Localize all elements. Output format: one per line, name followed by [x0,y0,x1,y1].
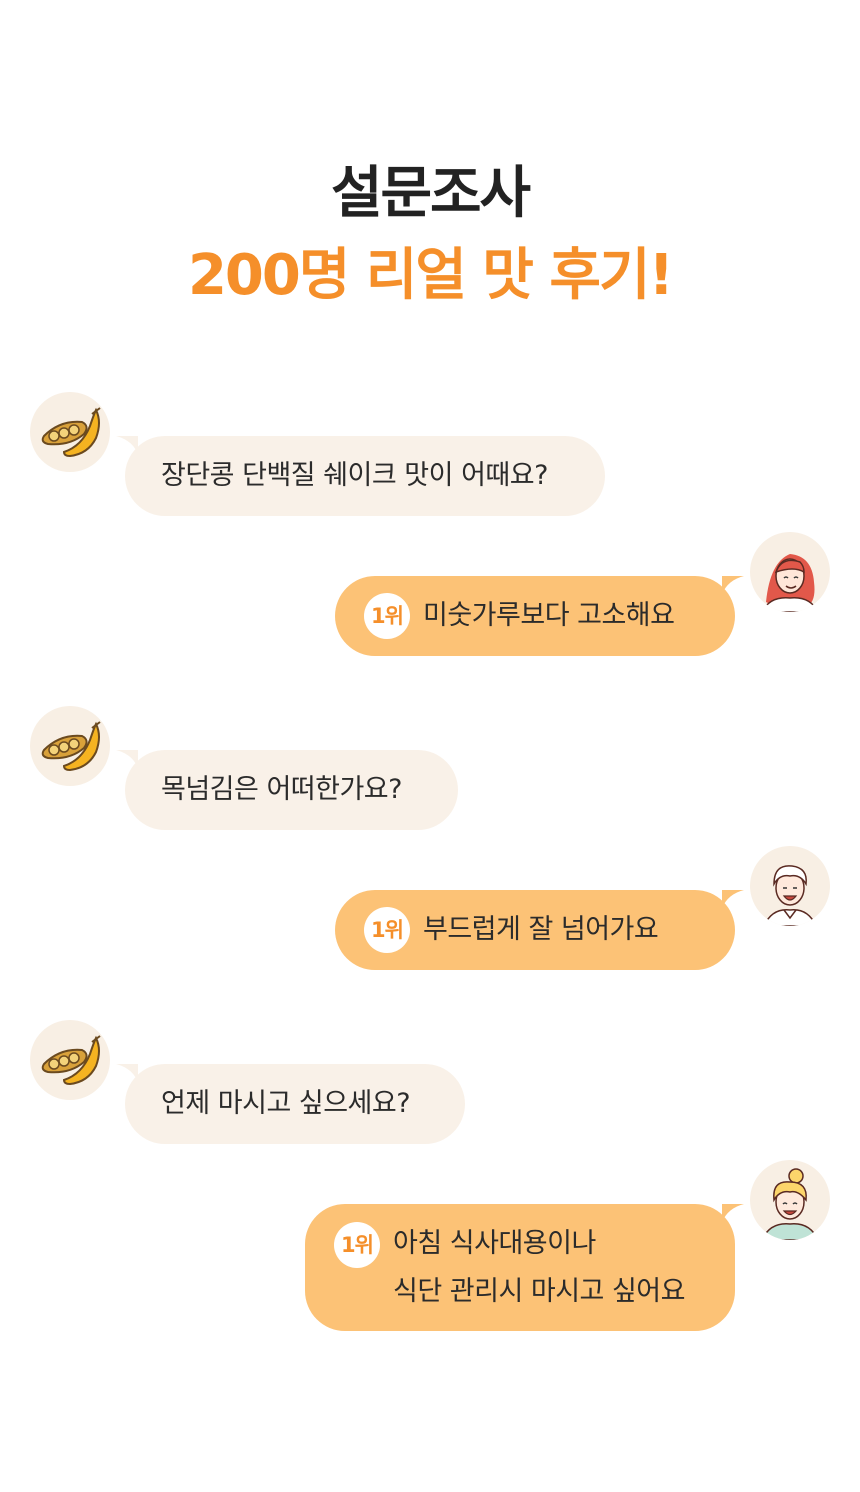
woman-red-hair-avatar [750,532,830,612]
man-smiling-avatar [750,846,830,926]
answer-text: 부드럽게 잘 넘어가요 [423,914,659,945]
page-subtitle: 200명 리얼 맛 후기! [187,243,674,308]
question-text: 장단콩 단백질 쉐이크 맛이 어때요? [161,460,548,491]
soybean-pod-icon [30,392,110,472]
answer-bubble: 1위 아침 식사대용이나 식단 관리시 마시고 싶어요 [305,1204,735,1331]
answer-bubble: 1위 부드럽게 잘 넘어가요 [335,890,735,970]
rank-badge: 1위 [364,593,410,639]
question-bubble: 목넘김은 어떠한가요? [125,750,458,830]
question-bubble: 언제 마시고 싶으세요? [125,1064,465,1144]
rank-badge: 1위 [364,907,410,953]
answer-text-line-2: 식단 관리시 마시고 싶어요 [393,1276,686,1307]
question-text: 목넘김은 어떠한가요? [161,774,402,805]
rank-badge: 1위 [334,1222,380,1268]
answer-text: 미숫가루보다 고소해요 [423,600,675,631]
answer-text-line-1: 아침 식사대용이나 [393,1228,596,1259]
soybean-pod-icon [30,706,110,786]
soybean-pod-icon [30,1020,110,1100]
question-text: 언제 마시고 싶으세요? [161,1088,411,1119]
page-title: 설문조사 [330,161,531,226]
woman-bun-hair-avatar [750,1160,830,1240]
answer-bubble: 1위 미숫가루보다 고소해요 [335,576,735,656]
question-bubble: 장단콩 단백질 쉐이크 맛이 어때요? [125,436,605,516]
